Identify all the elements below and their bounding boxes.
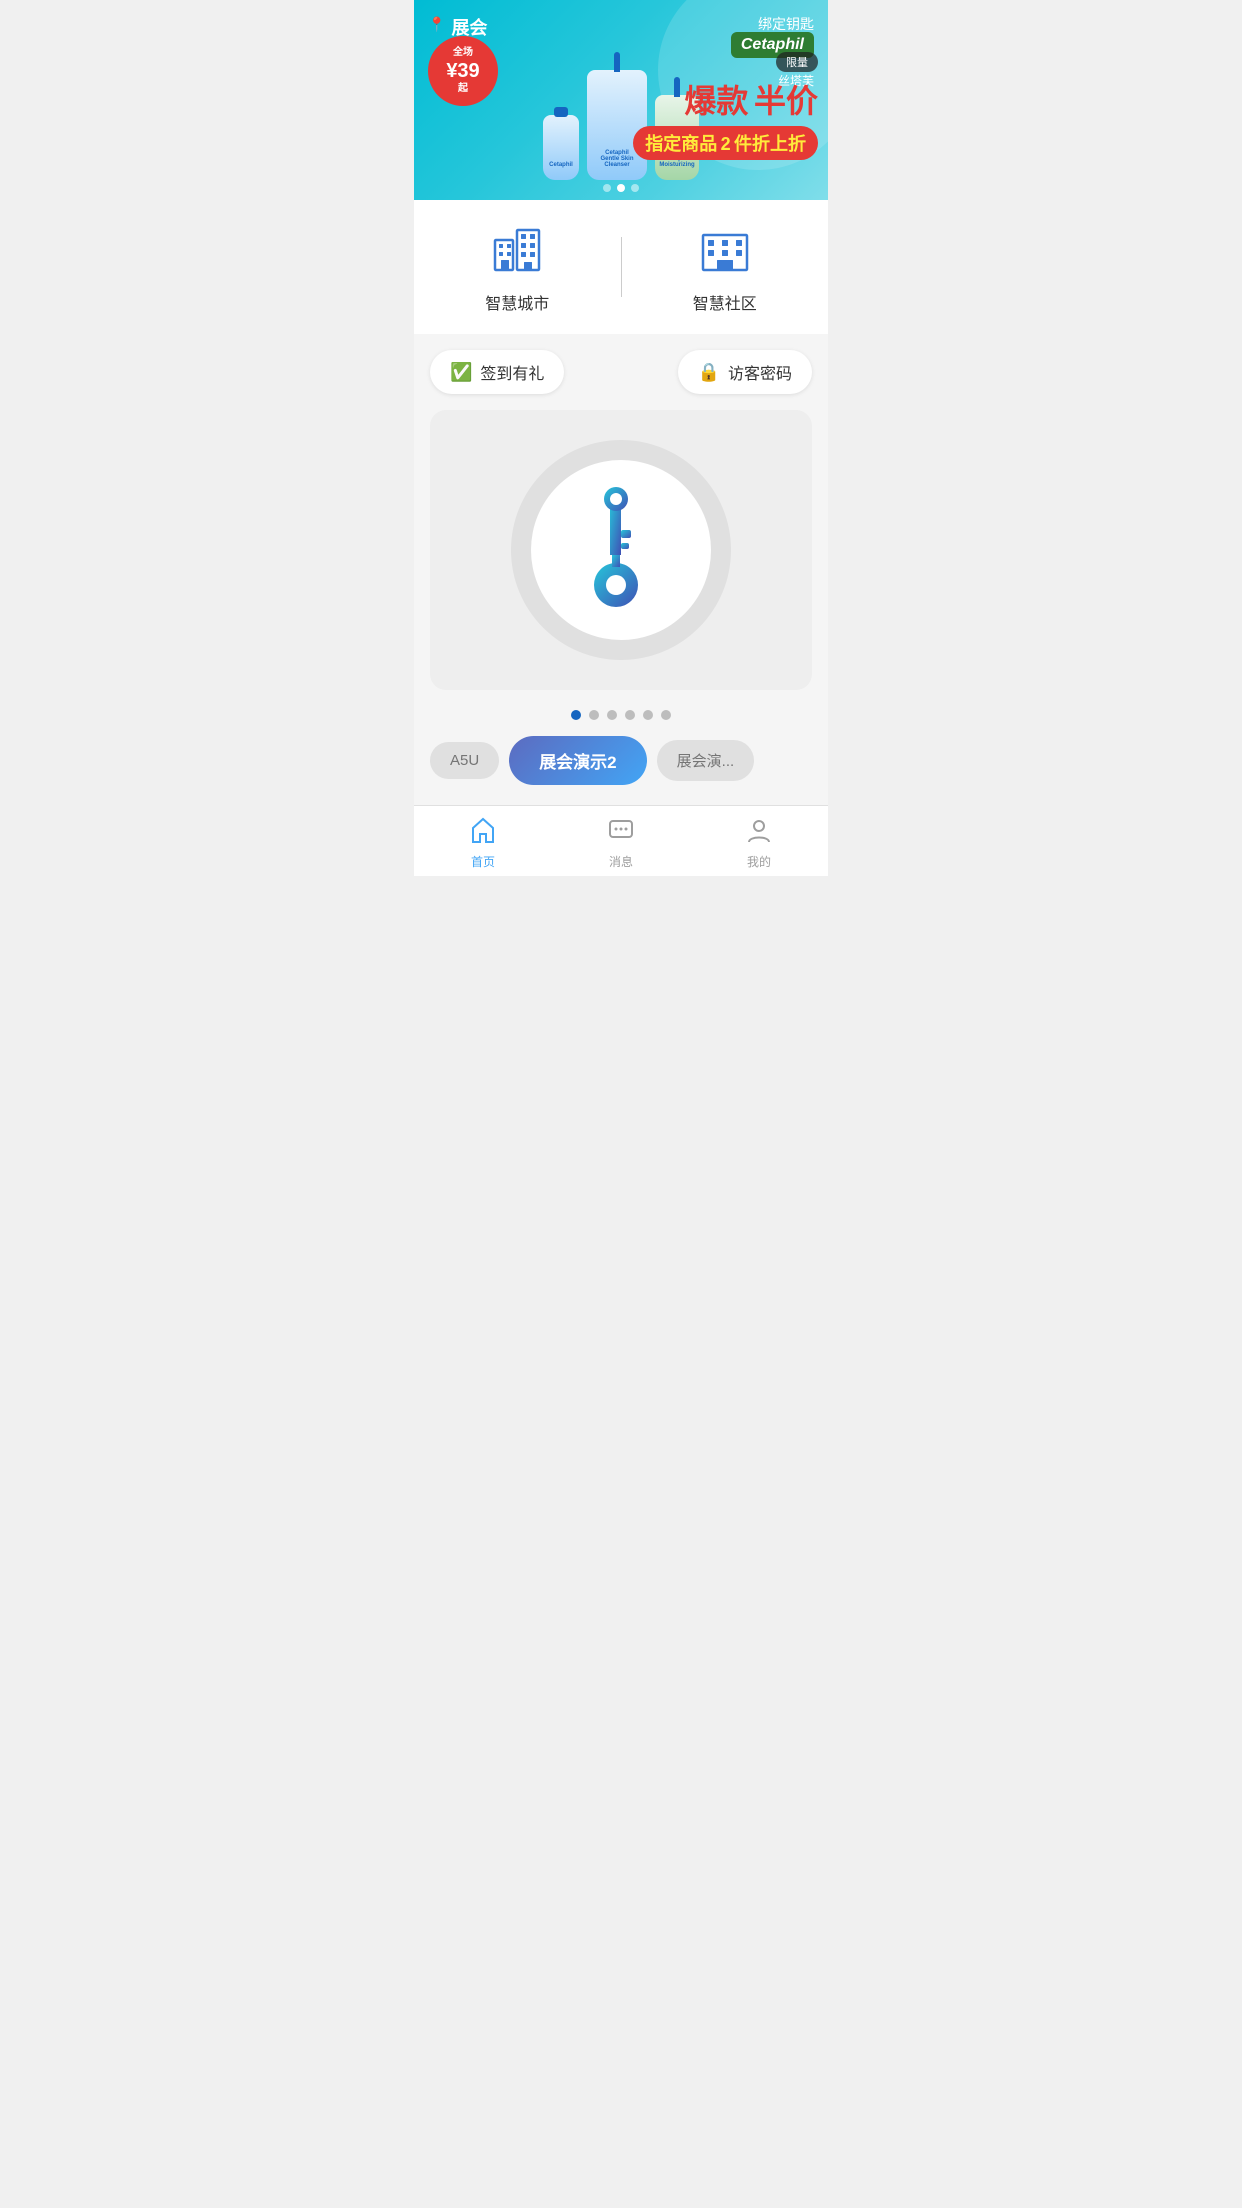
category-smart-community[interactable]: 智慧社区	[622, 220, 829, 314]
smart-community-icon	[695, 220, 755, 280]
bind-key-label[interactable]: 绑定钥匙	[758, 14, 814, 34]
carousel-dot-4	[625, 710, 635, 720]
promo-sub: 指定商品 2 件折上折	[633, 126, 818, 160]
carousel-dot-5	[643, 710, 653, 720]
banner-dots	[603, 184, 639, 192]
tab-row: A5U 展会演示2 展会演...	[430, 736, 812, 789]
checkin-label: 签到有礼	[480, 360, 544, 384]
key-circle-outer	[511, 440, 731, 660]
carousel-dot-3	[607, 710, 617, 720]
promo-sub-prefix: 指定商品	[645, 134, 717, 154]
price-badge-fulltext: 全场	[453, 47, 473, 59]
tab-a5u[interactable]: A5U	[430, 742, 499, 779]
key-icon	[576, 485, 666, 615]
home-icon	[469, 816, 497, 851]
category-smart-city[interactable]: 智慧城市	[414, 220, 621, 314]
visitor-code-button[interactable]: 🔒 访客密码	[678, 350, 812, 394]
nav-home[interactable]: 首页	[414, 806, 552, 876]
checkin-button[interactable]: ✅ 签到有礼	[430, 350, 564, 394]
promo-sub-num: 2	[721, 134, 731, 154]
carousel-dots	[430, 710, 812, 720]
banner-promo: 限量 爆款 半价 指定商品 2 件折上折	[633, 52, 818, 160]
bottom-nav: 首页 消息 我的	[414, 805, 828, 876]
tab-exhibition3[interactable]: 展会演...	[657, 740, 755, 781]
promo-sub-suffix: 件折上折	[734, 134, 806, 154]
home-label: 首页	[471, 853, 495, 870]
promo-title: 爆款 半价	[633, 76, 818, 122]
mine-icon	[745, 816, 773, 851]
action-row: ✅ 签到有礼 🔒 访客密码	[430, 350, 812, 394]
checkin-icon: ✅	[450, 362, 472, 383]
promo-title-text: 爆款	[684, 83, 748, 119]
smart-city-icon	[487, 220, 547, 280]
key-card[interactable]	[430, 410, 812, 690]
carousel-dot-2	[589, 710, 599, 720]
promo-half-text: 半价	[754, 83, 818, 119]
smart-city-label: 智慧城市	[485, 290, 549, 314]
promo-limited: 限量	[776, 52, 818, 72]
location-icon: 📍	[428, 16, 445, 33]
tab-exhibition2[interactable]: 展会演示2	[509, 736, 646, 785]
dot-2	[617, 184, 625, 192]
key-circle-inner	[531, 460, 711, 640]
category-section: 智慧城市 智慧社区	[414, 200, 828, 334]
message-label: 消息	[609, 853, 633, 870]
banner: 📍 展会 全场 ¥39 起 绑定钥匙 Cetaphil 丝塔芙 Cetaphil…	[414, 0, 828, 200]
carousel-dot-6	[661, 710, 671, 720]
nav-message[interactable]: 消息	[552, 806, 690, 876]
message-icon	[607, 816, 635, 851]
visitor-code-icon: 🔒	[698, 362, 720, 383]
dot-1	[603, 184, 611, 192]
mine-label: 我的	[747, 853, 771, 870]
nav-mine[interactable]: 我的	[690, 806, 828, 876]
main-content: ✅ 签到有礼 🔒 访客密码	[414, 334, 828, 805]
bottle-small: Cetaphil	[543, 115, 579, 180]
smart-community-label: 智慧社区	[693, 290, 757, 314]
dot-3	[631, 184, 639, 192]
visitor-code-label: 访客密码	[728, 360, 792, 384]
carousel-dot-1	[571, 710, 581, 720]
